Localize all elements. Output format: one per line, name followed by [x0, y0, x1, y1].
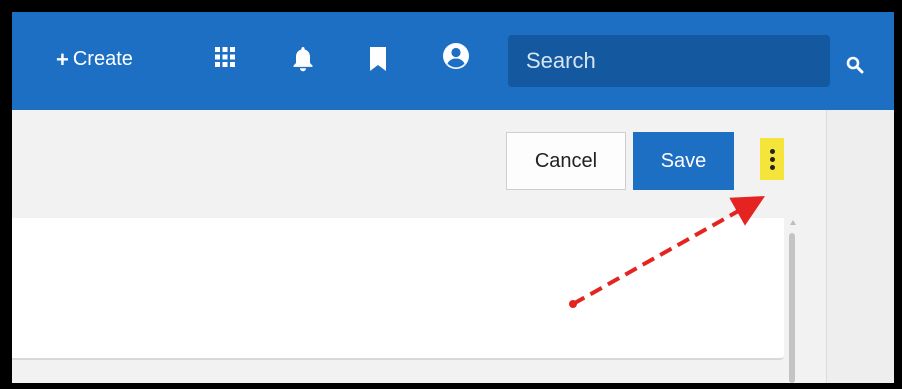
save-button[interactable]: Save: [633, 132, 734, 190]
bookmark-icon[interactable]: [368, 46, 388, 77]
create-button[interactable]: + Create: [56, 48, 133, 71]
search-input[interactable]: [524, 47, 808, 75]
create-label: Create: [72, 48, 133, 70]
scroll-up-arrow-icon[interactable]: [790, 220, 796, 225]
scrollbar-thumb[interactable]: [789, 233, 795, 383]
user-account-icon[interactable]: [442, 42, 470, 75]
more-options-button[interactable]: [760, 138, 784, 180]
top-navigation-bar: + Create: [12, 12, 894, 110]
search-field[interactable]: [508, 35, 830, 87]
bell-icon[interactable]: [292, 46, 314, 77]
form-panel: [12, 218, 784, 360]
vertical-ellipsis-icon: [769, 148, 775, 154]
screenshot-frame: + Create Search Cancel Save: [0, 0, 902, 389]
cancel-button[interactable]: Cancel: [506, 132, 626, 190]
search-icon[interactable]: [846, 56, 864, 79]
plus-icon: +: [56, 46, 69, 72]
vertical-scrollbar[interactable]: [788, 220, 798, 383]
right-side-panel: [826, 110, 894, 383]
apps-grid-icon[interactable]: [214, 46, 236, 73]
main-content: Cancel Save: [12, 110, 826, 383]
